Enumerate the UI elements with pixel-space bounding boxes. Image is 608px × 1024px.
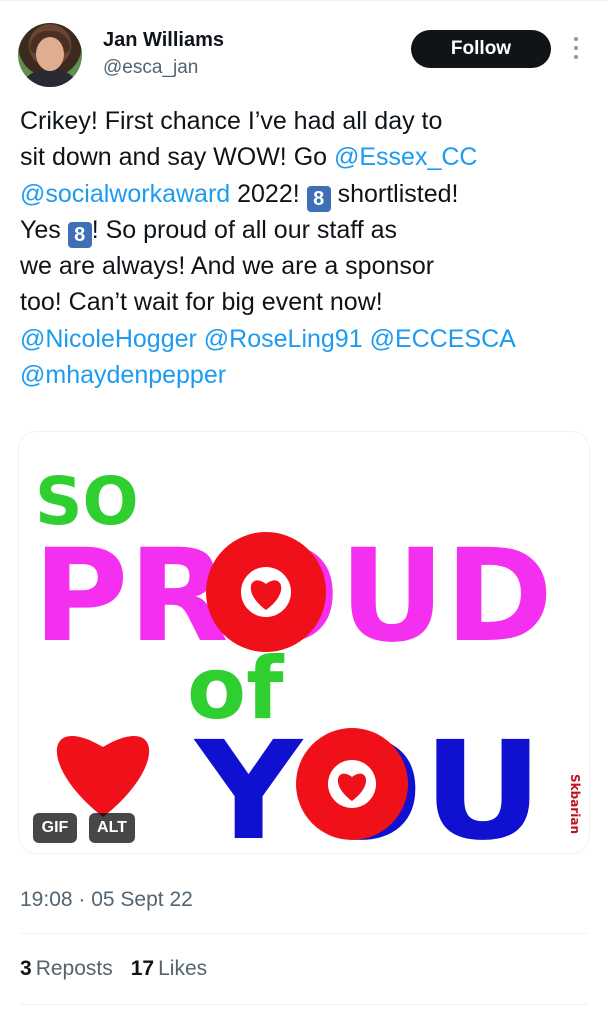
more-options-icon[interactable] bbox=[569, 37, 583, 63]
so-proud-of-you-graphic: SO PROUD of YOU Skbarian bbox=[33, 463, 582, 853]
big-heart-icon bbox=[56, 735, 150, 817]
alt-text-button[interactable]: ALT bbox=[89, 813, 135, 843]
mention-link[interactable]: @mhaydenpepper bbox=[20, 361, 226, 389]
engagement-stats: 3 Reposts 17 Likes bbox=[20, 957, 207, 981]
mention-link[interactable]: @NicoleHogger bbox=[20, 325, 197, 353]
media-gif[interactable]: SO PROUD of YOU Skbarian GIF ALT bbox=[18, 431, 590, 854]
keycap-8-emoji: 8 bbox=[306, 185, 331, 212]
avatar[interactable] bbox=[18, 23, 82, 87]
reposts-stat[interactable]: 3 Reposts bbox=[20, 957, 113, 981]
display-name[interactable]: Jan Williams bbox=[103, 29, 224, 52]
keycap-8-emoji: 8 bbox=[67, 221, 92, 248]
mention-link[interactable]: @ECCESCA bbox=[370, 325, 516, 353]
user-handle[interactable]: @esca_jan bbox=[103, 57, 198, 79]
mention-link[interactable]: @socialworkaward bbox=[20, 180, 230, 208]
divider bbox=[20, 1004, 588, 1005]
divider bbox=[20, 933, 588, 934]
follow-button[interactable]: Follow bbox=[411, 30, 551, 68]
tweet-header: Jan Williams @esca_jan Follow bbox=[0, 0, 608, 100]
mention-link[interactable]: @Essex_CC bbox=[334, 143, 477, 171]
credit-watermark: Skbarian bbox=[568, 774, 582, 834]
mention-link[interactable]: @RoseLing91 bbox=[204, 325, 363, 353]
tweet-timestamp[interactable]: 19:08 · 05 Sept 22 bbox=[20, 888, 193, 912]
gif-badge: GIF bbox=[33, 813, 77, 843]
tweet-text: Crikey! First chance I’ve had all day to… bbox=[20, 107, 516, 390]
likes-stat[interactable]: 17 Likes bbox=[131, 957, 207, 981]
